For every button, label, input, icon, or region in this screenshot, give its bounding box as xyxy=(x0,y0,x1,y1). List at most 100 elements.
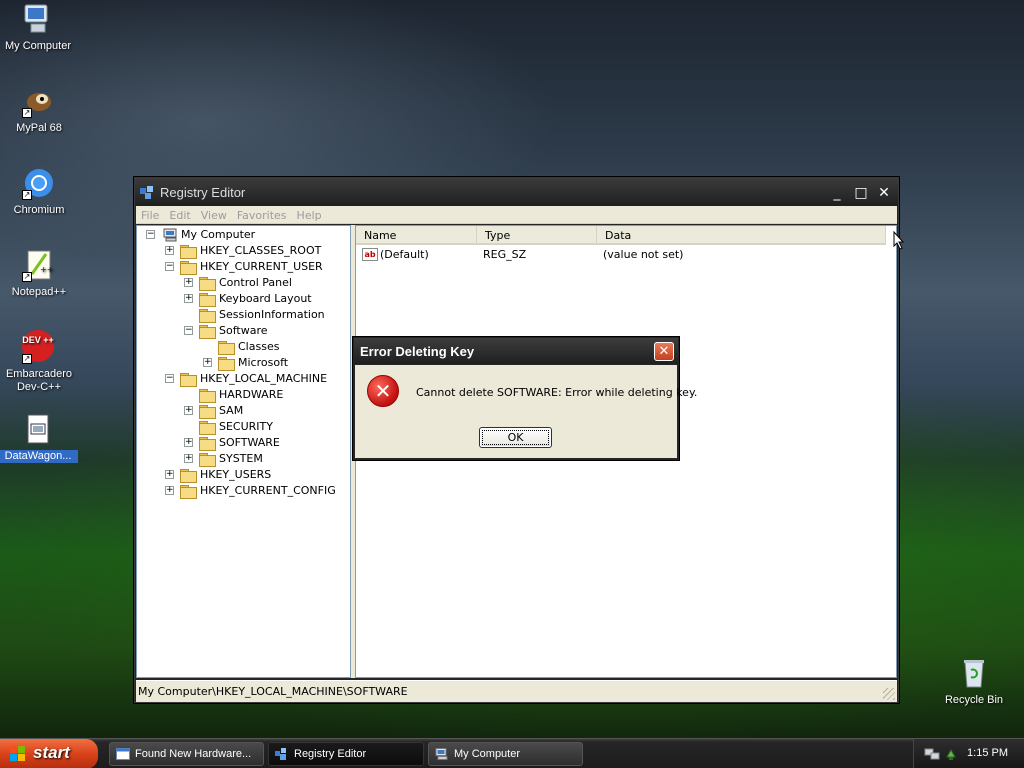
resize-grip-icon[interactable] xyxy=(883,688,895,700)
network-icon[interactable] xyxy=(924,747,940,761)
desktop-icon-label: DataWagon... xyxy=(0,450,78,463)
my-computer-icon xyxy=(435,748,448,760)
tree-item-microsoft[interactable]: + Microsoft xyxy=(137,355,350,371)
desktop-icon-recycle-bin[interactable]: Recycle Bin xyxy=(934,656,1014,707)
clock[interactable]: 1:15 PM xyxy=(967,747,1008,759)
column-header-data[interactable]: Data xyxy=(597,226,886,245)
notepad-plus-plus-icon: ++ ↗ xyxy=(22,248,56,282)
expand-icon[interactable]: + xyxy=(203,358,212,367)
folder-icon xyxy=(199,309,216,323)
svg-text:++: ++ xyxy=(40,265,53,274)
window-title: Registry Editor xyxy=(160,185,246,200)
tree-item-hkey-classes-root[interactable]: + HKEY_CLASSES_ROOT xyxy=(137,243,350,259)
window-titlebar[interactable]: Registry Editor _ □ ✕ xyxy=(135,178,898,206)
string-value-icon: ab xyxy=(362,248,378,261)
folder-icon xyxy=(218,341,235,355)
window-icon xyxy=(116,748,130,760)
ok-button[interactable]: OK xyxy=(479,427,552,448)
taskbar: start Found New Hardware... Registry Edi… xyxy=(0,738,1024,768)
computer-icon xyxy=(163,228,177,242)
tree-item-hardware[interactable]: HARDWARE xyxy=(137,387,350,403)
desktop-icon-label: Embarcadero xyxy=(5,368,73,380)
close-button[interactable]: ✕ xyxy=(875,184,893,202)
collapse-icon[interactable]: − xyxy=(165,262,174,271)
start-label: start xyxy=(33,743,70,762)
tree-item-label: Microsoft xyxy=(238,356,289,369)
column-header-name[interactable]: Name xyxy=(356,226,477,245)
expand-icon[interactable]: + xyxy=(165,470,174,479)
taskbar-my-computer[interactable]: My Computer xyxy=(428,742,583,766)
value-name[interactable]: (Default) xyxy=(380,246,429,264)
tree-item-software-hkcu[interactable]: − Software xyxy=(137,323,350,339)
tree-item-my-computer[interactable]: − My Computer xyxy=(137,227,350,243)
taskbar-item-label: Found New Hardware... xyxy=(135,748,252,760)
tree-item-label: HKEY_CLASSES_ROOT xyxy=(200,244,322,257)
tree-item-label: HKEY_LOCAL_MACHINE xyxy=(200,372,328,385)
menu-file[interactable]: File xyxy=(136,206,164,225)
minimize-button[interactable]: _ xyxy=(828,184,846,202)
expand-icon[interactable]: + xyxy=(184,406,193,415)
desktop-icon-dev-cpp[interactable]: DEV ++ ↗ Embarcadero Dev-C++ xyxy=(0,330,79,394)
tree-item-sam[interactable]: + SAM xyxy=(137,403,350,419)
tree-item-hkey-current-config[interactable]: + HKEY_CURRENT_CONFIG xyxy=(137,483,350,499)
menu-favorites[interactable]: Favorites xyxy=(232,206,292,225)
folder-icon xyxy=(199,293,216,307)
desktop-icon-notepad-plus-plus[interactable]: ++ ↗ Notepad++ xyxy=(0,248,79,299)
expand-icon[interactable]: + xyxy=(165,246,174,255)
menu-help[interactable]: Help xyxy=(292,206,327,225)
column-header-type[interactable]: Type xyxy=(477,226,597,245)
tree-item-system[interactable]: + SYSTEM xyxy=(137,451,350,467)
desktop-icon-label: My Computer xyxy=(4,40,72,52)
folder-icon xyxy=(180,469,197,483)
desktop-icon-mypal[interactable]: ↗ MyPal 68 xyxy=(0,84,79,135)
value-data: (value not set) xyxy=(603,248,684,261)
collapse-icon[interactable]: − xyxy=(184,326,193,335)
desktop-icon-chromium[interactable]: ↗ Chromium xyxy=(0,166,79,217)
tree-item-software-hklm[interactable]: + SOFTWARE xyxy=(137,435,350,451)
tree-item-label: Keyboard Layout xyxy=(219,292,312,305)
folder-icon xyxy=(199,405,216,419)
expand-icon[interactable]: + xyxy=(184,454,193,463)
error-message: Cannot delete SOFTWARE: Error while dele… xyxy=(416,386,698,399)
folder-icon xyxy=(199,325,216,339)
error-dialog[interactable]: Error Deleting Key ✕ ✕ Cannot delete SOF… xyxy=(352,336,697,461)
menu-view[interactable]: View xyxy=(196,206,232,225)
error-icon: ✕ xyxy=(367,375,399,407)
folder-icon xyxy=(199,421,216,435)
expand-icon[interactable]: + xyxy=(184,294,193,303)
folder-icon xyxy=(180,373,197,387)
expand-icon[interactable]: + xyxy=(184,438,193,447)
start-button[interactable]: start xyxy=(0,739,98,768)
tree-item-label: SAM xyxy=(219,404,244,417)
tree-item-hkey-users[interactable]: + HKEY_USERS xyxy=(137,467,350,483)
dialog-close-button[interactable]: ✕ xyxy=(654,342,674,361)
expand-icon[interactable]: + xyxy=(165,486,174,495)
dialog-titlebar[interactable]: Error Deleting Key ✕ xyxy=(354,338,678,364)
tree-item-keyboard-layout[interactable]: + Keyboard Layout xyxy=(137,291,350,307)
desktop-icon-datawagon[interactable]: DataWagon... xyxy=(0,412,78,463)
tree-item-label: SessionInformation xyxy=(219,308,325,321)
tree-item-hkey-local-machine[interactable]: − HKEY_LOCAL_MACHINE xyxy=(137,371,350,387)
collapse-icon[interactable]: − xyxy=(146,230,155,239)
registry-tree[interactable]: − My Computer + HKEY_CLASSES_ROOT − HKEY… xyxy=(136,225,351,678)
tree-item-hkey-current-user[interactable]: − HKEY_CURRENT_USER xyxy=(137,259,350,275)
taskbar-found-new-hardware[interactable]: Found New Hardware... xyxy=(109,742,264,766)
tree-item-session-information[interactable]: SessionInformation xyxy=(137,307,350,323)
folder-icon xyxy=(199,437,216,451)
tree-item-control-panel[interactable]: + Control Panel xyxy=(137,275,350,291)
taskbar-registry-editor[interactable]: Registry Editor xyxy=(268,742,424,766)
desktop-icon-my-computer[interactable]: My Computer xyxy=(0,2,78,53)
tree-item-security[interactable]: SECURITY xyxy=(137,419,350,435)
tree-item-label: HKEY_CURRENT_USER xyxy=(200,260,323,273)
collapse-icon[interactable]: − xyxy=(165,374,174,383)
menu-edit[interactable]: Edit xyxy=(164,206,195,225)
tree-item-classes[interactable]: Classes xyxy=(137,339,350,355)
tree-item-label: Control Panel xyxy=(219,276,292,289)
folder-icon xyxy=(218,357,235,371)
expand-icon[interactable]: + xyxy=(184,278,193,287)
safely-remove-hardware-icon[interactable] xyxy=(944,747,958,761)
folder-icon xyxy=(199,277,216,291)
registry-editor-icon xyxy=(140,186,153,199)
maximize-button[interactable]: □ xyxy=(852,184,870,202)
dialog-title: Error Deleting Key xyxy=(360,344,475,359)
